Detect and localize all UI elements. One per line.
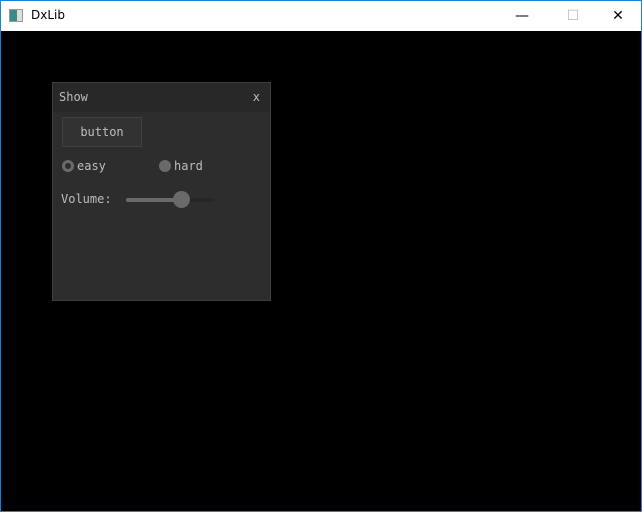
radio-selected-icon <box>62 160 74 172</box>
app-icon <box>9 9 23 22</box>
radio-easy[interactable]: easy <box>62 159 106 173</box>
maximize-button[interactable]: ☐ <box>550 1 596 31</box>
panel-title: Show <box>59 90 88 104</box>
title-bar[interactable]: DxLib — ☐ ✕ <box>1 1 641 31</box>
button[interactable]: button <box>62 117 142 147</box>
minimize-button[interactable]: — <box>499 1 545 31</box>
window-title: DxLib <box>31 8 65 22</box>
volume-slider[interactable] <box>126 191 215 208</box>
app-window: DxLib — ☐ ✕ Show x button easy hard Volu… <box>0 0 642 512</box>
radio-label: easy <box>77 159 106 173</box>
radio-hard[interactable]: hard <box>159 159 203 173</box>
volume-slider-knob[interactable] <box>173 191 191 208</box>
panel-header[interactable]: Show x <box>53 83 270 112</box>
close-button[interactable]: ✕ <box>595 1 641 31</box>
volume-label: Volume: <box>61 192 112 206</box>
radio-label: hard <box>174 159 203 173</box>
radio-unselected-icon <box>159 160 171 172</box>
show-panel: Show x button easy hard Volume: <box>52 82 271 301</box>
panel-close-button[interactable]: x <box>253 90 260 104</box>
